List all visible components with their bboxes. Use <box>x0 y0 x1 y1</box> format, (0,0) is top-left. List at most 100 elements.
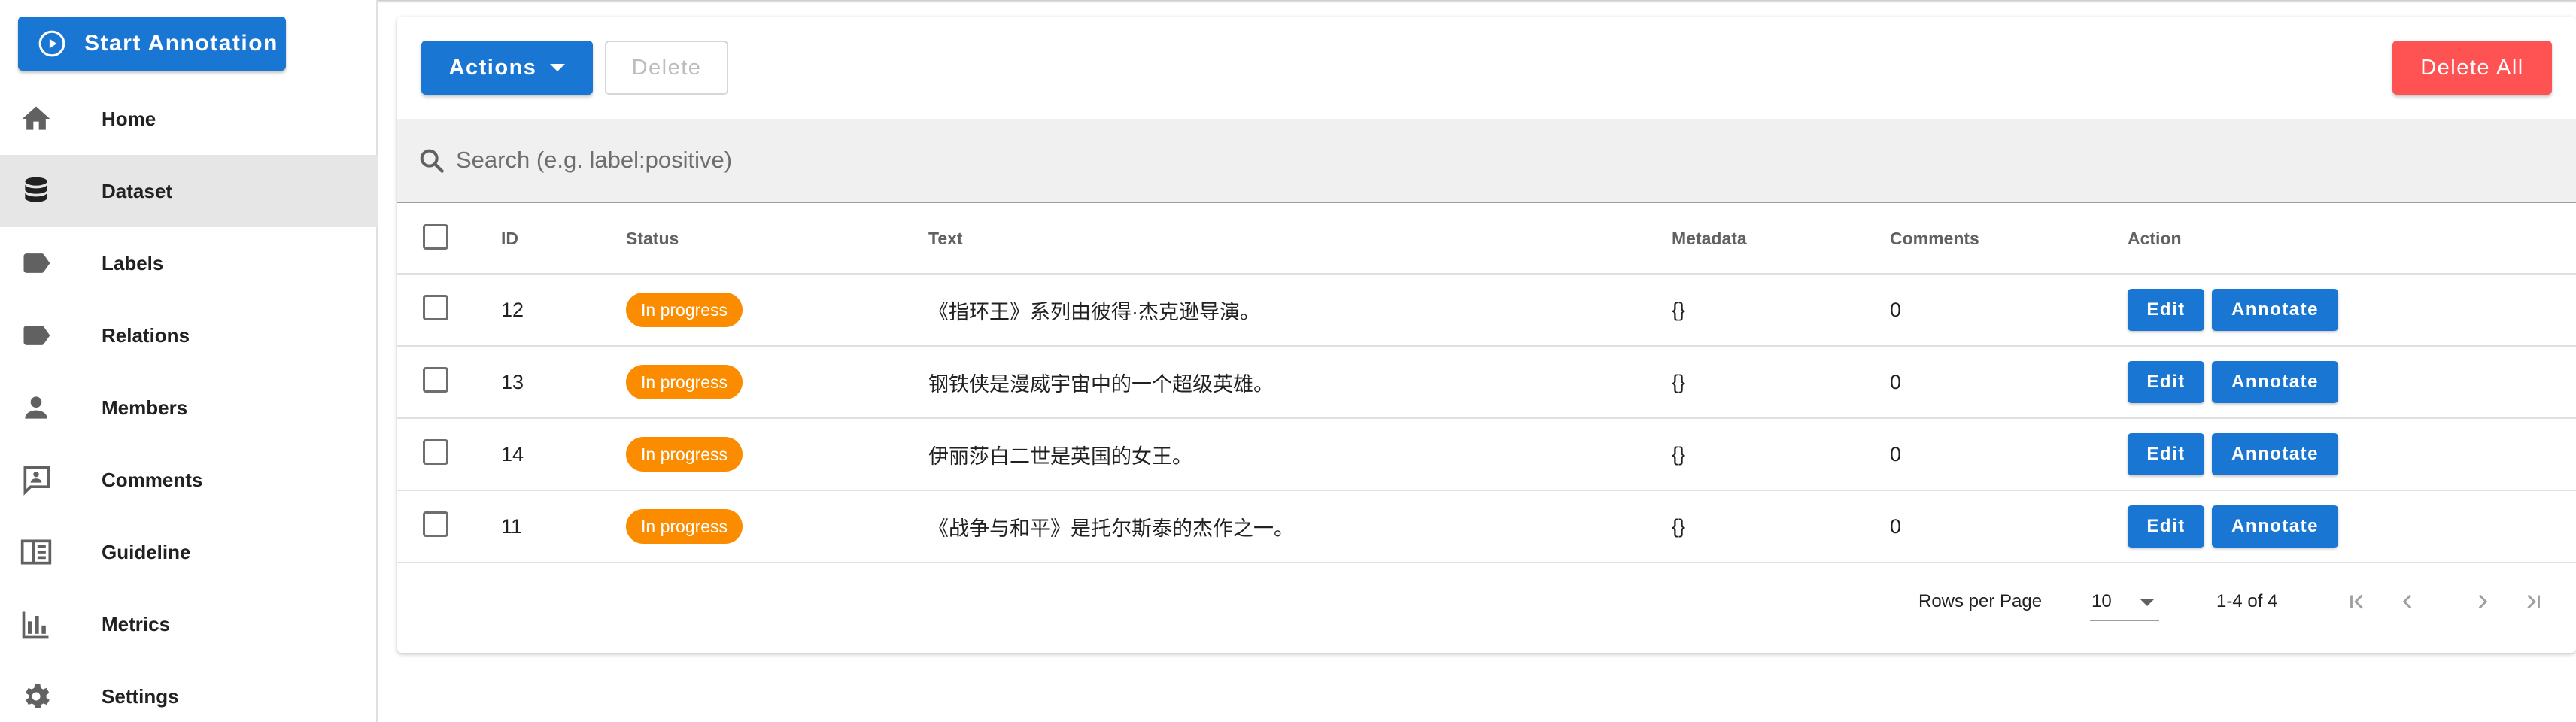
actions-label: Actions <box>448 55 537 80</box>
sidebar-item-label: Metrics <box>102 612 171 636</box>
sidebar-item-label: Comments <box>102 468 203 491</box>
cell-id: 14 <box>501 442 524 466</box>
row-checkbox[interactable] <box>423 438 448 465</box>
status-badge: In progress <box>626 365 743 399</box>
start-annotation-button[interactable]: Start Annotation <box>18 17 286 71</box>
bar-chart-icon <box>22 611 49 639</box>
cell-metadata: {} <box>1672 370 1686 393</box>
dataset-table: ID Status Text Metadata Comments Action … <box>397 205 2576 563</box>
search-bar <box>397 119 2576 203</box>
table-footer: Rows per Page 10 1-4 of 4 <box>397 566 2576 638</box>
cell-text: 《战争与和平》是托尔斯泰的杰作之一。 <box>928 517 1294 540</box>
cell-id: 11 <box>501 514 523 538</box>
annotate-button[interactable]: Annotate <box>2212 289 2338 331</box>
cell-comments: 0 <box>1890 442 1902 466</box>
delete-all-button[interactable]: Delete All <box>2392 41 2552 95</box>
sidebar-item-settings[interactable]: Settings <box>0 660 378 722</box>
home-icon <box>22 106 50 130</box>
table-row[interactable]: 14 In progress 伊丽莎白二世是英国的女王。 {} 0 Edit An… <box>397 418 2576 490</box>
sidebar-item-dataset[interactable]: Dataset <box>0 155 378 227</box>
sidebar-item-metrics[interactable]: Metrics <box>0 588 378 660</box>
cell-metadata: {} <box>1672 442 1686 466</box>
sidebar-item-label: Labels <box>102 251 164 275</box>
search-icon <box>420 149 445 174</box>
status-badge: In progress <box>626 437 743 472</box>
last-page-icon <box>2527 594 2540 609</box>
row-checkbox[interactable] <box>423 511 448 537</box>
start-annotation-label: Start Annotation <box>84 31 278 56</box>
edit-button[interactable]: Edit <box>2128 433 2204 475</box>
cell-text: 《指环王》系列由彼得·杰克逊导演。 <box>928 300 1260 323</box>
sidebar-item-label: Relations <box>102 323 190 347</box>
label-icon <box>23 253 50 273</box>
search-input[interactable] <box>456 119 2487 202</box>
rows-per-page-label: Rows per Page <box>1918 591 2043 611</box>
annotate-button[interactable]: Annotate <box>2212 433 2338 475</box>
cell-metadata: {} <box>1672 514 1686 538</box>
sidebar-item-label: Members <box>102 396 188 419</box>
sidebar-item-label: Dataset <box>102 179 172 202</box>
column-header-action: Action <box>2128 229 2182 248</box>
comment-icon <box>23 466 50 496</box>
table-row[interactable]: 12 In progress 《指环王》系列由彼得·杰克逊导演。 {} 0 Ed… <box>397 274 2576 346</box>
sidebar: Start Annotation Home Dataset Labels Rel… <box>0 0 378 722</box>
column-header-comments[interactable]: Comments <box>1890 205 2128 274</box>
caret-down-icon <box>550 64 566 71</box>
cell-text: 伊丽莎白二世是英国的女王。 <box>928 444 1192 468</box>
cell-id: 13 <box>501 370 524 393</box>
database-icon <box>25 177 47 202</box>
edit-button[interactable]: Edit <box>2128 361 2204 403</box>
cell-id: 12 <box>501 298 524 321</box>
row-checkbox[interactable] <box>423 366 448 393</box>
cell-comments: 0 <box>1890 514 1902 538</box>
previous-page-button[interactable] <box>2389 584 2426 620</box>
sidebar-item-home[interactable]: Home <box>0 83 378 155</box>
actions-button[interactable]: Actions <box>421 41 593 95</box>
sidebar-item-label: Settings <box>102 684 179 708</box>
table-row[interactable]: 11 In progress 《战争与和平》是托尔斯泰的杰作之一。 {} 0 E… <box>397 490 2576 563</box>
sidebar-item-labels[interactable]: Labels <box>0 227 378 299</box>
annotate-button[interactable]: Annotate <box>2212 505 2338 548</box>
row-checkbox[interactable] <box>423 294 448 320</box>
edit-button[interactable]: Edit <box>2128 289 2204 331</box>
sidebar-item-comments[interactable]: Comments <box>0 444 378 516</box>
sidebar-item-label: Guideline <box>102 540 191 563</box>
cell-text: 钢铁侠是漫威宇宙中的一个超级英雄。 <box>928 372 1274 396</box>
column-header-text[interactable]: Text <box>928 205 1672 274</box>
edit-button[interactable]: Edit <box>2128 505 2204 548</box>
book-icon <box>20 539 52 565</box>
column-header-id[interactable]: ID <box>501 205 626 274</box>
top-shadow <box>0 0 2576 3</box>
annotate-button[interactable]: Annotate <box>2212 361 2338 403</box>
table-row[interactable]: 13 In progress 钢铁侠是漫威宇宙中的一个超级英雄。 {} 0 Ed… <box>397 346 2576 418</box>
last-page-button[interactable] <box>2514 584 2550 620</box>
sidebar-item-guideline[interactable]: Guideline <box>0 516 378 588</box>
rows-per-page-select[interactable]: 10 <box>2090 584 2159 621</box>
column-header-status[interactable]: Status <box>626 205 928 274</box>
sidebar-item-relations[interactable]: Relations <box>0 299 378 372</box>
first-page-button[interactable] <box>2340 584 2376 620</box>
column-header-metadata[interactable]: Metadata <box>1672 205 1890 274</box>
first-page-icon <box>2350 594 2363 609</box>
caret-down-icon <box>2140 599 2155 606</box>
play-circle-icon <box>38 30 65 57</box>
sidebar-item-members[interactable]: Members <box>0 372 378 444</box>
next-page-button[interactable] <box>2465 584 2501 620</box>
sidebar-item-label: Home <box>102 107 156 130</box>
delete-button[interactable]: Delete <box>605 41 728 95</box>
chevron-right-icon <box>2478 594 2488 609</box>
person-icon <box>25 396 47 419</box>
cell-comments: 0 <box>1890 298 1902 321</box>
select-all-checkbox[interactable] <box>423 223 448 250</box>
rows-per-page-value: 10 <box>2091 591 2112 611</box>
status-badge: In progress <box>626 509 743 544</box>
table-header-row: ID Status Text Metadata Comments Action <box>397 205 2576 274</box>
dataset-card: Actions Delete Delete All ID Status Text… <box>397 17 2576 653</box>
label-icon <box>23 326 50 345</box>
chevron-left-icon <box>2402 594 2412 609</box>
status-badge: In progress <box>626 293 743 327</box>
gear-icon <box>26 684 50 708</box>
cell-comments: 0 <box>1890 370 1902 393</box>
cell-metadata: {} <box>1672 298 1686 321</box>
pagination-range: 1-4 of 4 <box>2216 591 2278 611</box>
